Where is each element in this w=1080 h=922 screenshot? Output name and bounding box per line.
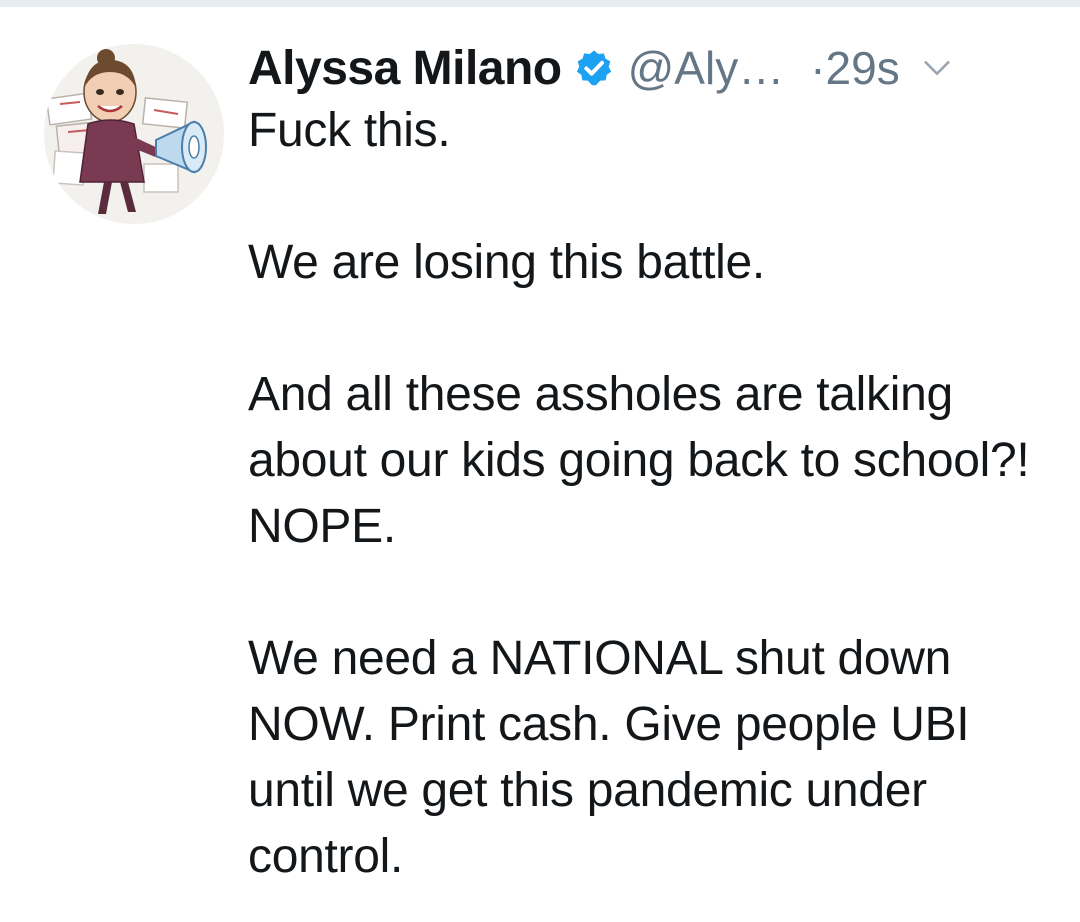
author-handle[interactable]: @Aly… [628,41,785,95]
verified-badge-icon [574,48,614,88]
author-display-name[interactable]: Alyssa Milano [248,41,562,96]
tweet-paragraph: We are losing this battle. [248,236,765,289]
caricature-avatar-icon [44,44,224,224]
tweet-header: Alyssa Milano @Aly… ·29s [248,38,954,98]
tweet-paragraph: Fuck this. [248,104,451,157]
author-avatar[interactable] [44,44,224,224]
tweet-paragraph: We need a NATIONAL shut down NOW. Print … [248,632,970,883]
tweet-body: Fuck this. We are losing this battle. An… [248,98,1048,890]
tweet-timestamp[interactable]: ·29s [810,41,899,95]
tweet-paragraph: And all these assholes are talking about… [248,368,1030,553]
tweet-screenshot: Alyssa Milano @Aly… ·29s Fuck this. We a… [0,0,1080,922]
chevron-down-icon[interactable] [920,51,954,85]
top-divider [0,0,1080,7]
